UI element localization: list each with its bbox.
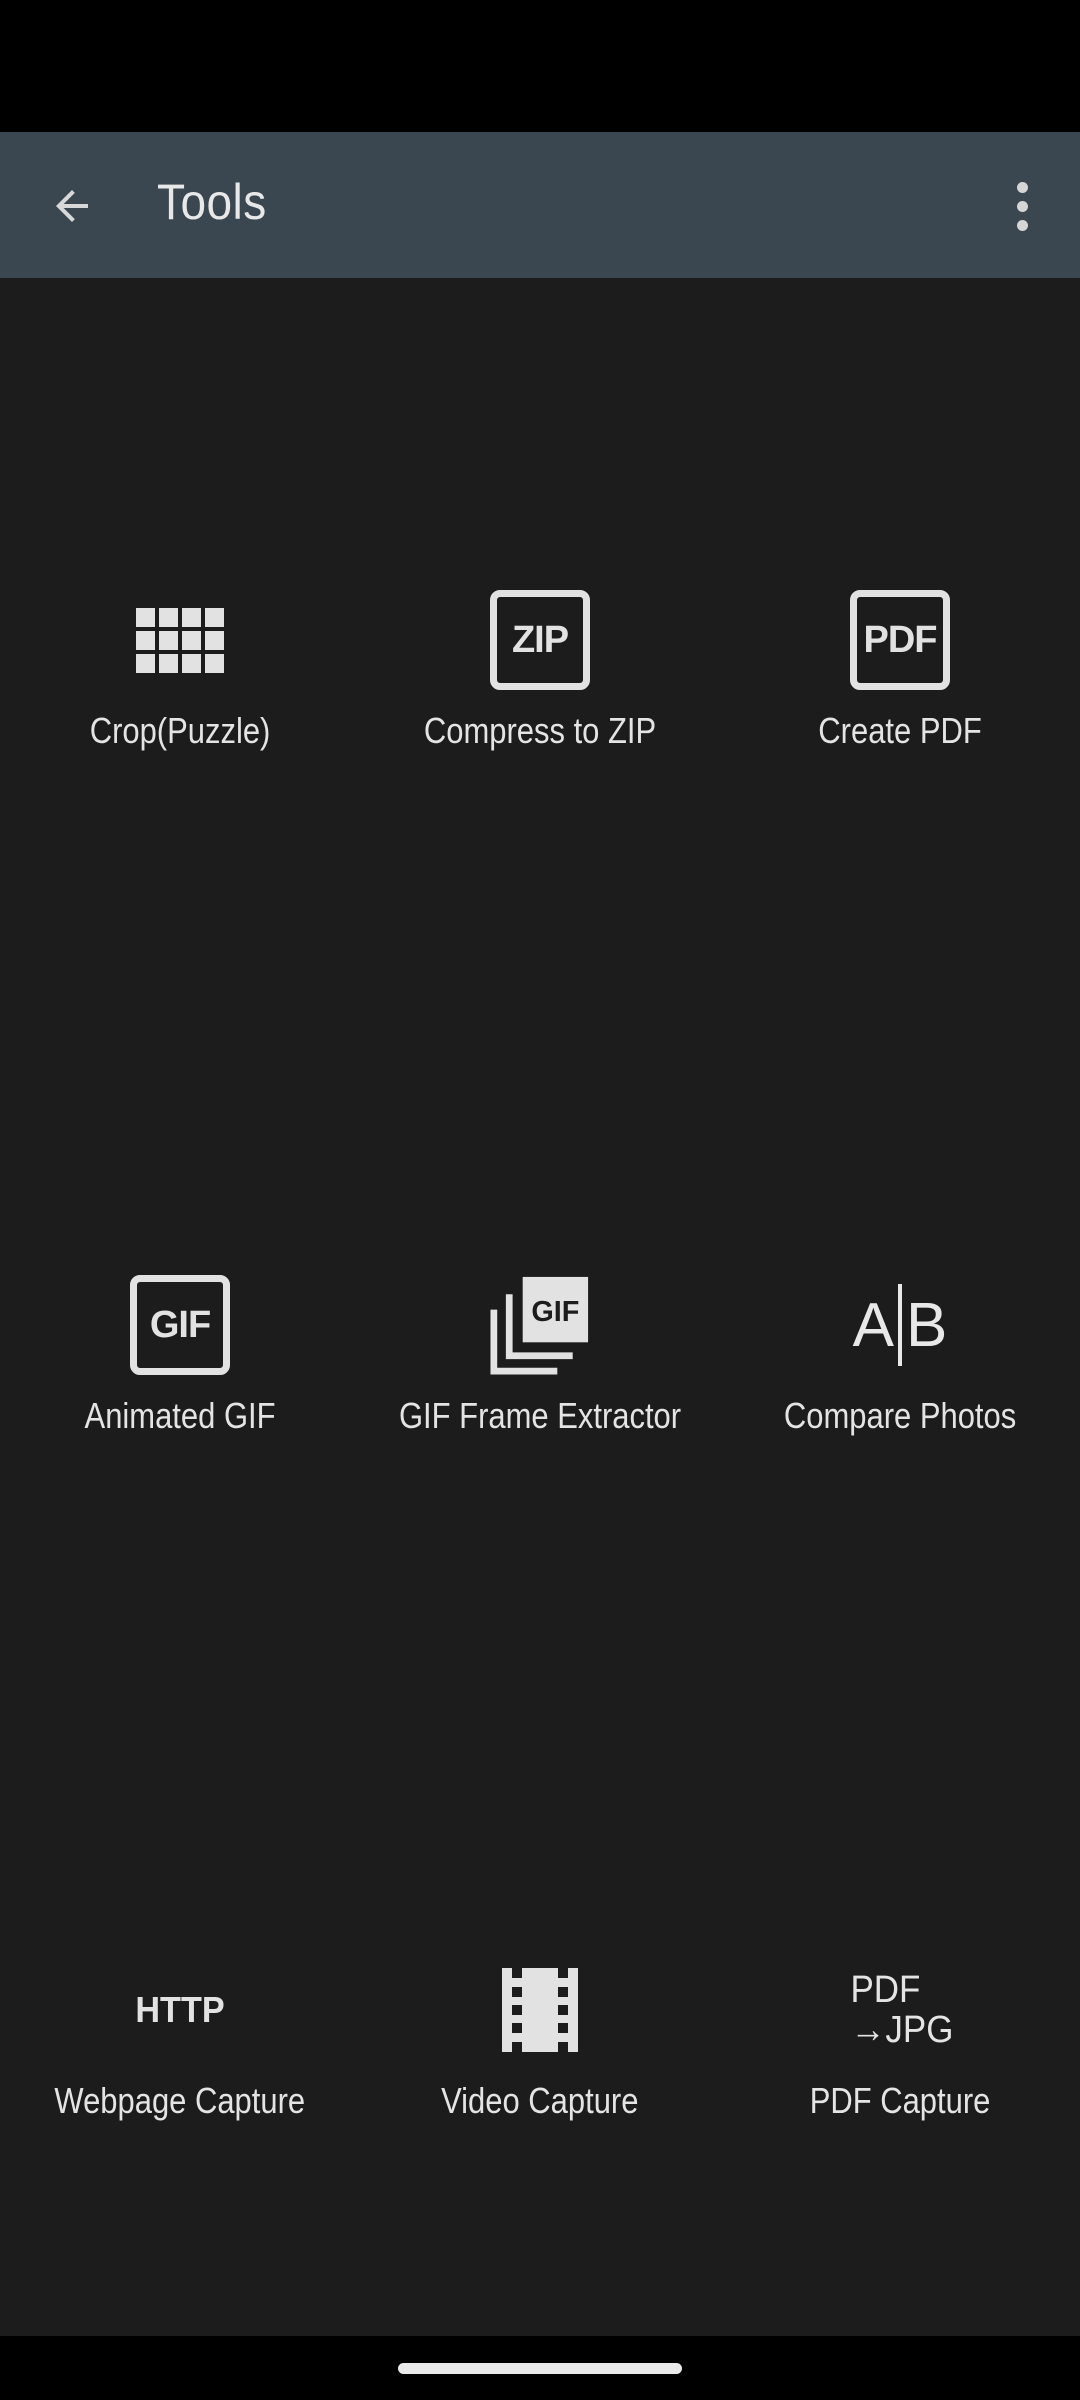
tool-video-capture[interactable]: Video Capture (360, 1810, 720, 2121)
tool-label: GIF Frame Extractor (398, 1395, 682, 1436)
more-vertical-icon-dot (1016, 200, 1028, 212)
gif-icon: GIF (130, 1275, 230, 1375)
pdf-to-jpg-icon: PDF →JPG (850, 1969, 954, 2051)
tool-webpage-capture[interactable]: HTTP Webpage Capture (0, 1810, 360, 2121)
http-icon: HTTP (135, 1989, 225, 2030)
pdf-icon: PDF (850, 590, 950, 690)
film-icon (490, 1960, 590, 2060)
tool-label: Create PDF (818, 710, 982, 751)
more-vertical-icon-dot (1016, 219, 1028, 231)
arrow-left-icon (56, 190, 88, 222)
grid-puzzle-icon (130, 590, 230, 690)
tool-label: Compare Photos (783, 1395, 1017, 1436)
tool-label: PDF Capture (809, 2080, 991, 2121)
tool-label: Animated GIF (84, 1395, 276, 1436)
tool-pdf-capture[interactable]: PDF →JPG PDF Capture (720, 1810, 1080, 2121)
home-gesture-handle[interactable] (398, 2363, 682, 2374)
app-bar: Tools (0, 132, 1080, 278)
tool-create-pdf[interactable]: PDF Create PDF (720, 440, 1080, 751)
zip-icon: ZIP (490, 590, 590, 690)
tool-label: Webpage Capture (54, 2080, 306, 2121)
gif-frames-icon: GIF (490, 1275, 590, 1375)
page-title: Tools (157, 174, 267, 230)
system-nav-bar (0, 2336, 1080, 2400)
tool-gif-frame-extractor[interactable]: GIF GIF Frame Extractor (360, 1125, 720, 1436)
compare-ab-icon: AB (850, 1275, 950, 1375)
back-button[interactable] (36, 170, 108, 242)
svg-text:GIF: GIF (531, 1296, 579, 1328)
tool-animated-gif[interactable]: GIF Animated GIF (0, 1125, 360, 1436)
tools-grid: Crop(Puzzle) ZIP Compress to ZIP PDF Cre… (0, 278, 1080, 2336)
more-options-button[interactable] (1000, 170, 1044, 242)
tool-label: Crop(Puzzle) (89, 710, 271, 751)
tool-compare-photos[interactable]: AB Compare Photos (720, 1125, 1080, 1436)
more-vertical-icon-dot (1016, 181, 1028, 193)
status-bar (0, 0, 1080, 132)
tool-crop-puzzle[interactable]: Crop(Puzzle) (0, 440, 360, 751)
tool-compress-zip[interactable]: ZIP Compress to ZIP (360, 440, 720, 751)
tool-label: Compress to ZIP (423, 710, 657, 751)
tool-label: Video Capture (441, 2080, 639, 2121)
